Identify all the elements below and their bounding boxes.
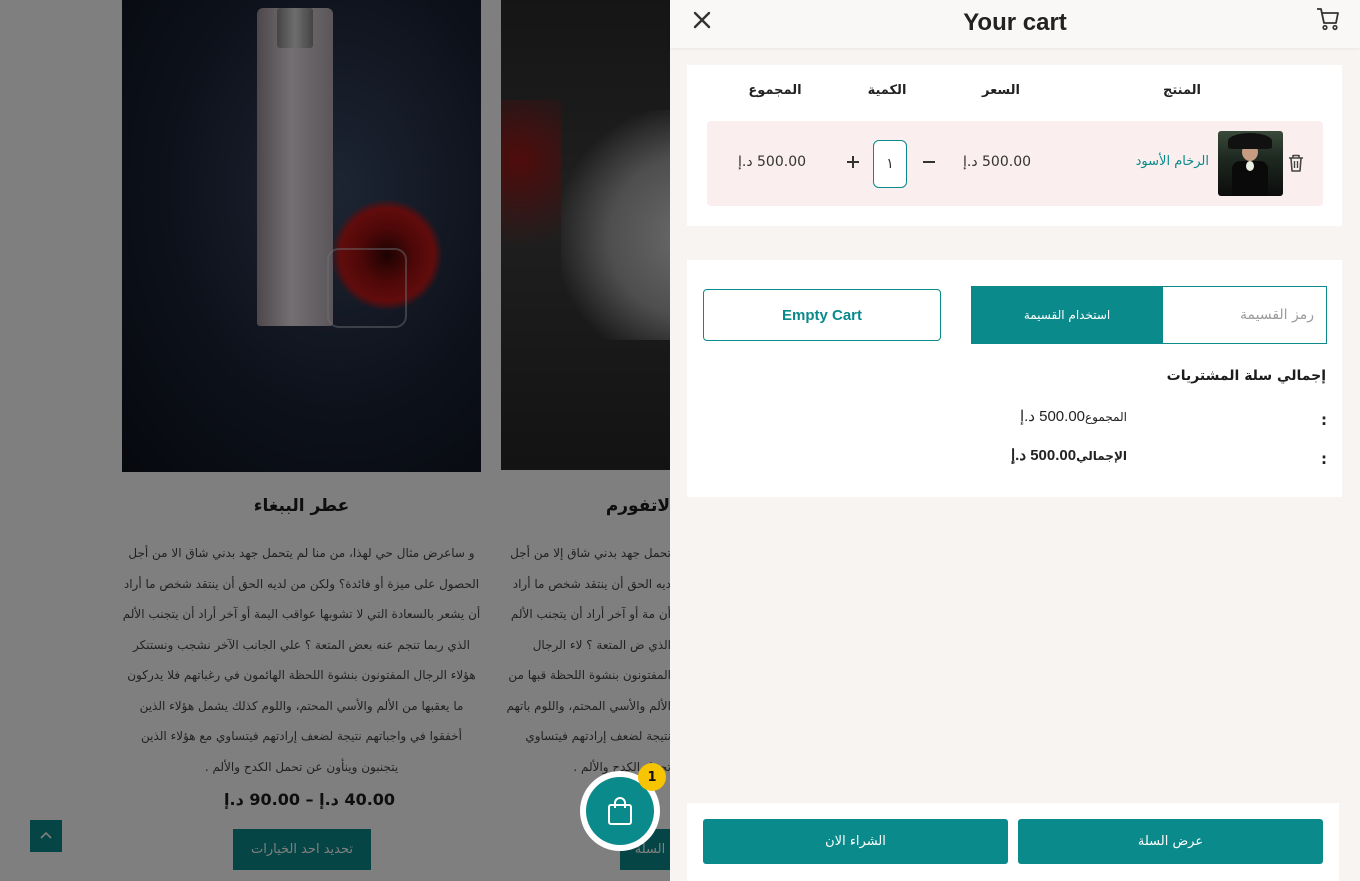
empty-cart-button[interactable]: Empty Cart [703, 289, 941, 341]
header-price: السعر [982, 83, 1020, 98]
cart-drawer: Your cart المنتج السعر الكمية المجموع ال… [670, 0, 1360, 881]
subtotal-text: المجموع500.00 د.إ [1020, 407, 1127, 425]
thumb-flower-shape [1246, 161, 1254, 171]
checkout-button[interactable]: الشراء الان [703, 819, 1008, 864]
subtotal-label: المجموع [1085, 410, 1127, 424]
minus-icon [923, 161, 935, 163]
drawer-footer: عرض السلة الشراء الان [687, 803, 1339, 881]
total-text: الإجمالي500.00 د.إ [1011, 446, 1127, 464]
trash-icon[interactable] [1287, 153, 1305, 173]
view-cart-button[interactable]: عرض السلة [1018, 819, 1323, 864]
product-thumbnail[interactable] [1218, 131, 1283, 196]
cart-totals-section: Empty Cart استخدام القسيمة إجمالي سلة ال… [687, 260, 1342, 497]
quantity-increase-button[interactable] [843, 151, 863, 173]
cart-icon[interactable] [1315, 6, 1341, 32]
cart-table: المنتج السعر الكمية المجموع الرخام الأسو… [687, 65, 1342, 226]
coupon-code-input[interactable] [1162, 286, 1327, 344]
total-label: الإجمالي [1076, 449, 1127, 463]
subtotal-row: : المجموع500.00 د.إ [703, 407, 1327, 431]
header-total: المجموع [748, 83, 802, 98]
thumb-hat-shape [1228, 133, 1272, 149]
cart-count-badge: 1 [638, 763, 666, 791]
item-price: 500.00 د.إ [962, 154, 1032, 170]
shopping-bag-icon [608, 797, 632, 825]
header-product: المنتج [1162, 83, 1202, 98]
total-value: 500.00 د.إ [1011, 447, 1077, 464]
subtotal-colon: : [1321, 411, 1327, 429]
product-name-link[interactable]: الرخام الأسود [1117, 154, 1209, 169]
apply-coupon-button[interactable]: استخدام القسيمة [971, 286, 1163, 344]
quantity-input[interactable]: ١ [873, 140, 907, 188]
quantity-decrease-button[interactable] [919, 151, 939, 173]
total-colon: : [1321, 450, 1327, 468]
table-row: الرخام الأسود 500.00 د.إ ١ 500.00 د.إ [707, 121, 1323, 206]
plus-icon [847, 156, 859, 168]
total-row: : الإجمالي500.00 د.إ [703, 446, 1327, 470]
cart-totals-title: إجمالي سلة المشتريات [1166, 368, 1326, 384]
item-total: 500.00 د.إ [737, 154, 807, 170]
subtotal-value: 500.00 د.إ [1019, 408, 1086, 425]
drawer-header: Your cart [670, 0, 1360, 48]
floating-cart-button[interactable]: 1 [580, 763, 666, 851]
drawer-title: Your cart [963, 9, 1067, 36]
header-quantity: الكمية [867, 83, 907, 98]
